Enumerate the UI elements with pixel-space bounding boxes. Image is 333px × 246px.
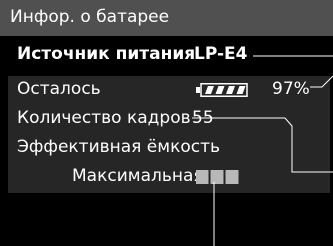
capacity-bar (225, 170, 239, 184)
battery-segment (236, 86, 246, 94)
battery-status-panel: Осталось 97% Количество кадров 55 Эффект… (8, 76, 330, 193)
shot-count-label: Количество кадров (17, 108, 191, 128)
battery-segment (205, 86, 214, 94)
power-source-label: Источник питания (17, 44, 196, 64)
remaining-label: Осталось (17, 79, 101, 99)
screen-title: Инфор. о батарее (10, 7, 170, 27)
power-source-value: LP-E4 (194, 44, 248, 64)
title-bar: Инфор. о батарее (0, 0, 333, 36)
battery-segment (226, 86, 235, 94)
capacity-bar (210, 170, 224, 184)
remaining-percent: 97% (272, 79, 310, 99)
battery-segment (215, 86, 225, 94)
battery-info-screen: Инфор. о батарее Источник питания LP-E4 … (0, 0, 333, 246)
shot-count-value: 55 (192, 108, 214, 128)
capacity-max-label: Максимальная (72, 166, 204, 186)
battery-icon (196, 83, 248, 97)
capacity-bar (196, 170, 209, 184)
recharge-performance-label: Эффективная ёмкость (17, 137, 221, 157)
capacity-bars-icon (196, 170, 239, 184)
